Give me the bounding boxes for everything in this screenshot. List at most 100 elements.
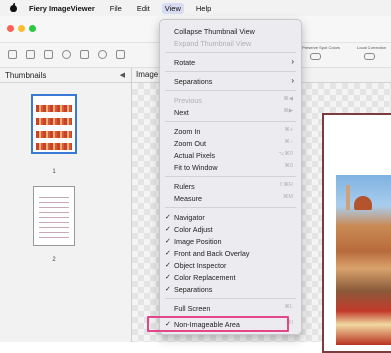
- menu-item-label: Color Adjust: [174, 225, 213, 234]
- menu-item-label: Full Screen: [174, 304, 211, 313]
- menu-item-rulers[interactable]: Rulers ⇧⌘R: [160, 181, 301, 191]
- text-line: [39, 202, 69, 203]
- local-correction-button[interactable]: [364, 53, 375, 60]
- menu-item-navigator[interactable]: ✓ Navigator: [160, 212, 301, 222]
- apple-icon[interactable]: [10, 3, 17, 12]
- menu-edit[interactable]: Edit: [134, 3, 153, 14]
- submenu-arrow-icon: ›: [291, 76, 294, 85]
- pizza-band: [36, 105, 72, 112]
- photo-dome: [354, 196, 372, 210]
- menu-item-actual-pixels[interactable]: Actual Pixels ⌥⌘0: [160, 150, 301, 160]
- menu-separator: [165, 298, 296, 299]
- thumbnails-panel: Thumbnails ◀ 1 2: [0, 68, 132, 342]
- copy-icon[interactable]: [26, 50, 35, 59]
- view-menu: Collapse Thumbnail View Expand Thumbnail…: [159, 19, 302, 335]
- text-line: [39, 237, 69, 238]
- thumbnail-number: 1: [52, 169, 56, 175]
- pizza-band: [36, 143, 72, 150]
- panel-toggle-icon[interactable]: [116, 50, 125, 59]
- menu-help[interactable]: Help: [193, 3, 214, 14]
- menu-item-label: Zoom In: [174, 127, 201, 136]
- checkmark-icon: ✓: [165, 226, 171, 233]
- menu-item-collapse-thumbnail-view[interactable]: Collapse Thumbnail View: [160, 26, 301, 36]
- pizza-band: [36, 131, 72, 138]
- text-line: [39, 207, 69, 208]
- submenu-arrow-icon: ›: [291, 57, 294, 66]
- thumbnail-number: 2: [52, 257, 56, 263]
- pizza-band: [36, 118, 72, 125]
- preserve-spot-colors-label: Preserve Spot Colors: [302, 45, 341, 50]
- thumbnail-page-1[interactable]: [31, 94, 77, 154]
- shortcut-hint: ⌘▶: [283, 108, 293, 114]
- menu-item-label: Front and Back Overlay: [174, 249, 250, 258]
- menu-separator: [165, 121, 296, 122]
- shortcut-hint: ⌘M: [282, 194, 293, 200]
- checkmark-icon: ✓: [165, 214, 171, 221]
- menu-separator: [165, 52, 296, 53]
- menu-item-zoom-in[interactable]: Zoom In ⌘+: [160, 126, 301, 136]
- menu-item-label: Object Inspector: [174, 261, 227, 270]
- menu-item-zoom-out[interactable]: Zoom Out ⌘−: [160, 138, 301, 148]
- checkmark-icon: ✓: [165, 286, 171, 293]
- image-label: Image: [136, 70, 159, 79]
- checkmark-icon: ✓: [165, 262, 171, 269]
- menu-item-label: Rotate: [174, 58, 196, 67]
- trash-icon[interactable]: [44, 50, 53, 59]
- menu-item-color-replacement[interactable]: ✓ Color Replacement: [160, 272, 301, 282]
- collapse-panel-icon[interactable]: ◀: [120, 71, 125, 79]
- menu-item-fit-to-window[interactable]: Fit to Window ⌘0: [160, 162, 301, 172]
- menu-item-label: Actual Pixels: [174, 151, 216, 160]
- shortcut-hint: ⌘+: [284, 127, 293, 133]
- checkmark-icon: ✓: [165, 238, 171, 245]
- menu-item-rotate[interactable]: Rotate ›: [160, 57, 301, 67]
- menu-separator: [165, 176, 296, 177]
- menu-item-measure[interactable]: Measure ⌘M: [160, 193, 301, 203]
- menu-item-color-adjust[interactable]: ✓ Color Adjust: [160, 224, 301, 234]
- zoom-search-icon[interactable]: [98, 50, 107, 59]
- text-line: [39, 232, 69, 233]
- menu-item-label: Measure: [174, 194, 202, 203]
- local-correction-label: Local Correction: [357, 45, 387, 50]
- shortcut-hint: ⌘−: [284, 139, 293, 145]
- menu-item-separations[interactable]: ✓ Separations: [160, 284, 301, 294]
- thumbnail-page-2[interactable]: [33, 186, 75, 246]
- menu-item-image-position[interactable]: ✓ Image Position: [160, 236, 301, 246]
- menu-item-full-screen[interactable]: Full Screen ⌘L: [160, 303, 301, 313]
- thumbnails-title: Thumbnails: [5, 70, 47, 80]
- menu-item-front-and-back-overlay[interactable]: ✓ Front and Back Overlay: [160, 248, 301, 258]
- history-icon[interactable]: [62, 50, 71, 59]
- menu-item-label: Navigator: [174, 213, 205, 222]
- text-line: [39, 197, 69, 198]
- menu-item-separations-submenu[interactable]: Separations ›: [160, 76, 301, 86]
- menu-item-object-inspector[interactable]: ✓ Object Inspector: [160, 260, 301, 270]
- menu-view[interactable]: View: [161, 2, 184, 14]
- menu-item-label: Fit to Window: [174, 163, 218, 172]
- print-icon[interactable]: [80, 50, 89, 59]
- window-controls: [7, 25, 36, 32]
- menu-item-label: Image Position: [174, 237, 222, 246]
- menu-item-label: Separations: [174, 285, 213, 294]
- shortcut-hint: ⌘L: [284, 304, 293, 310]
- menu-item-label: Separations: [174, 77, 213, 86]
- menu-item-label: Previous: [174, 96, 202, 105]
- menu-bar: Fiery ImageViewer File Edit View Help: [0, 0, 391, 16]
- text-line: [39, 227, 69, 228]
- app-menu[interactable]: Fiery ImageViewer: [29, 4, 95, 13]
- zoom-window-button[interactable]: [29, 25, 36, 32]
- close-window-button[interactable]: [7, 25, 14, 32]
- menu-item-next[interactable]: Next ⌘▶: [160, 107, 301, 117]
- photo-tower: [346, 185, 350, 210]
- minimize-window-button[interactable]: [18, 25, 25, 32]
- preserve-spot-colors-toggle[interactable]: [310, 53, 321, 60]
- thumbnails-header: Thumbnails ◀: [0, 68, 131, 83]
- menu-file[interactable]: File: [107, 3, 125, 14]
- text-line: [39, 212, 69, 213]
- text-line: [39, 222, 69, 223]
- menu-separator: [165, 90, 296, 91]
- save-icon[interactable]: [8, 50, 17, 59]
- menu-item-label: Collapse Thumbnail View: [174, 27, 255, 36]
- menu-item-label: Color Replacement: [174, 273, 236, 282]
- menu-separator: [165, 71, 296, 72]
- shortcut-hint: ⌘◀: [283, 96, 293, 102]
- shortcut-hint: ⌥⌘0: [278, 151, 293, 157]
